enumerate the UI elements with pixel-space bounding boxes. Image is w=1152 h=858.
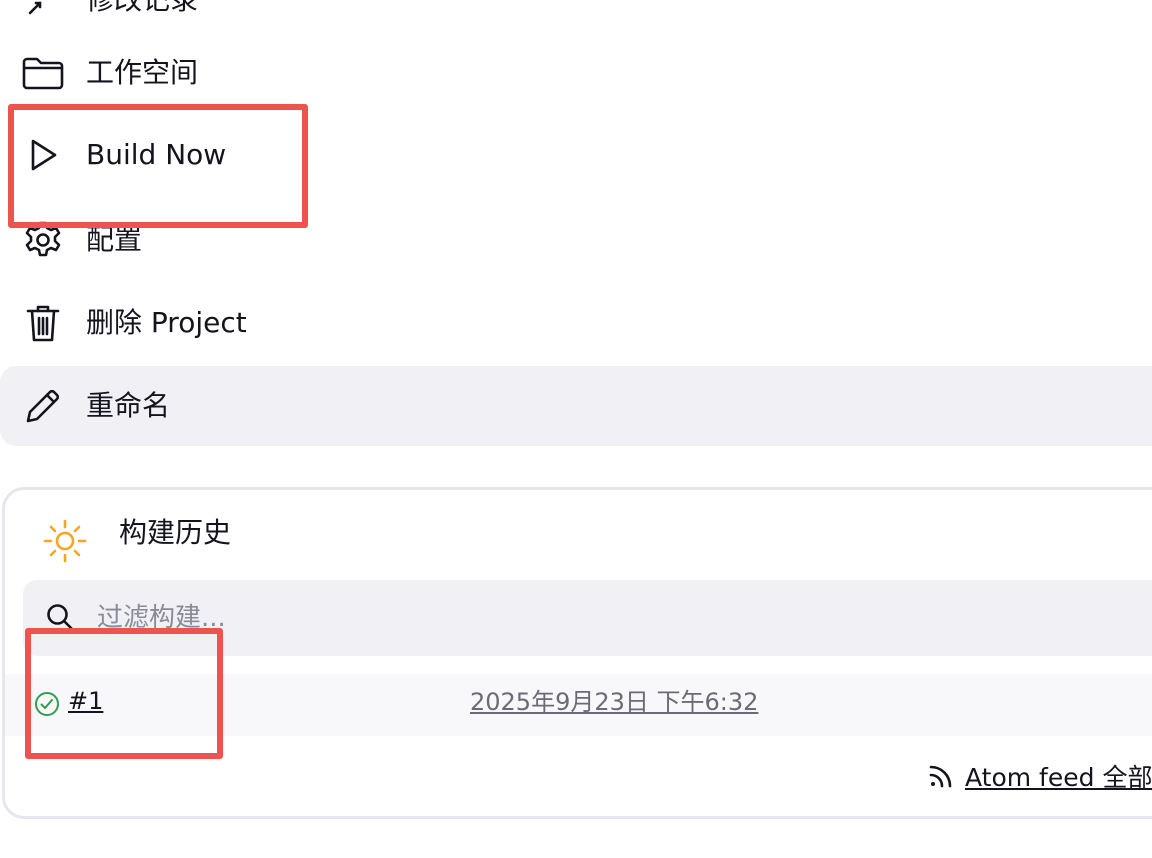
sidebar-item-label: 删除 Project: [86, 306, 247, 339]
sidebar-item-rename[interactable]: 重命名: [0, 366, 1152, 446]
trash-icon: [22, 302, 64, 344]
sidebar-item-label: 重命名: [86, 389, 171, 422]
changes-icon: [22, 0, 64, 21]
rss-icon: [927, 762, 955, 790]
sidebar-item-label: 修改记录: [86, 0, 198, 17]
highlight-box-build-number: [25, 628, 223, 759]
sidebar-item-label: 配置: [86, 223, 143, 256]
atom-feed-label: Atom feed 全部: [965, 763, 1152, 792]
pencil-icon: [22, 385, 64, 427]
build-time-link[interactable]: 2025年9月23日 下午6:32: [470, 687, 758, 717]
page: 修改记录 工作空间 Build Now 配置 删除 Project 重命名: [0, 0, 1152, 858]
sun-icon: [41, 517, 89, 565]
folder-icon: [22, 52, 64, 94]
highlight-box-build-now: [8, 104, 308, 228]
sidebar-item-label: 工作空间: [86, 56, 199, 89]
build-filter-input[interactable]: [97, 598, 1097, 638]
sidebar-item-delete-project[interactable]: 删除 Project: [0, 283, 1152, 363]
sidebar-item-workspace[interactable]: 工作空间: [0, 33, 1152, 113]
build-history-title: 构建历史: [119, 516, 232, 549]
atom-feed-link[interactable]: Atom feed 全部: [927, 758, 1152, 794]
